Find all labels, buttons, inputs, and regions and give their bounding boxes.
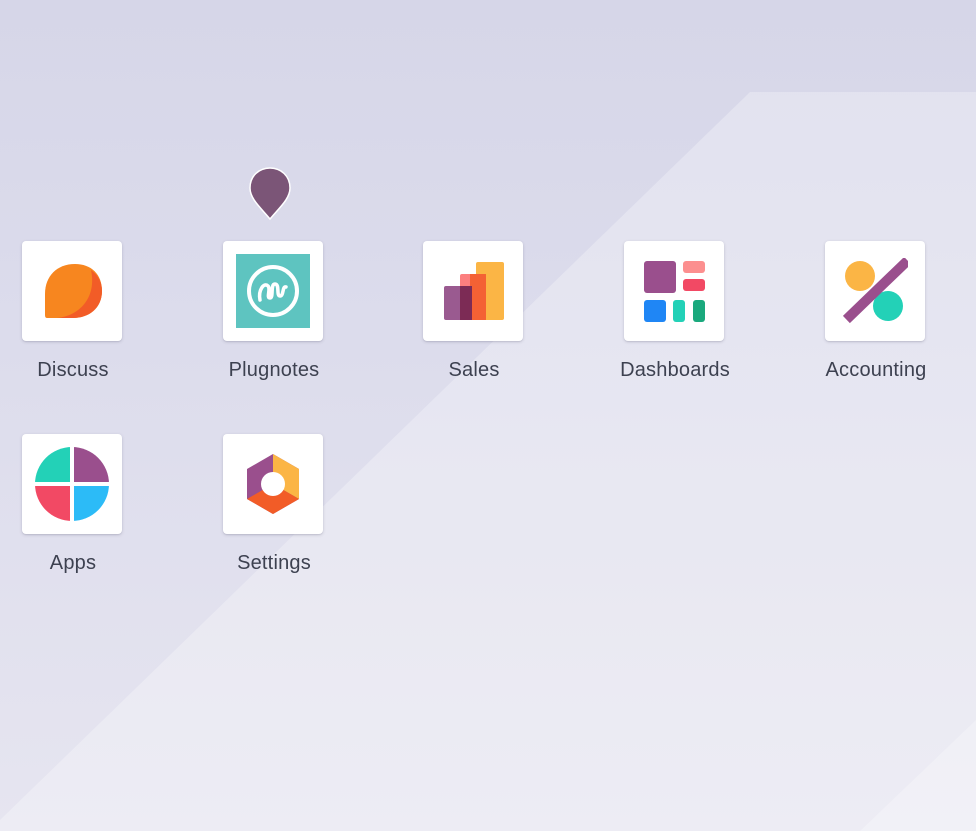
app-icon-settings[interactable] xyxy=(223,434,323,534)
apps-icon xyxy=(35,447,109,521)
app-label: Sales xyxy=(448,359,500,381)
dashboards-icon xyxy=(644,261,705,322)
plugnotes-icon xyxy=(236,254,310,328)
app-icon-plugnotes[interactable] xyxy=(223,241,323,341)
app-label: Discuss xyxy=(37,359,109,381)
app-tile-dashboards[interactable]: Dashboards xyxy=(600,241,750,401)
app-tile-sales[interactable]: Sales xyxy=(399,241,549,401)
app-icon-accounting[interactable] xyxy=(825,241,925,341)
app-label: Accounting xyxy=(825,359,927,381)
app-tile-accounting[interactable]: Accounting xyxy=(801,241,951,401)
accounting-icon xyxy=(842,258,908,324)
app-grid: Discuss Plugnotes Sales Dashboards Accou… xyxy=(0,0,976,831)
app-tile-apps[interactable]: Apps xyxy=(0,434,148,594)
app-tile-plugnotes[interactable]: Plugnotes xyxy=(199,241,349,401)
app-tile-settings[interactable]: Settings xyxy=(199,434,349,594)
app-icon-discuss[interactable] xyxy=(22,241,122,341)
settings-icon xyxy=(247,454,299,514)
discuss-icon xyxy=(45,264,102,318)
app-label: Plugnotes xyxy=(228,359,320,381)
app-icon-apps[interactable] xyxy=(22,434,122,534)
app-icon-sales[interactable] xyxy=(423,241,523,341)
app-tile-discuss[interactable]: Discuss xyxy=(0,241,148,401)
sales-icon xyxy=(444,262,504,320)
app-label: Apps xyxy=(49,552,97,574)
app-label: Dashboards xyxy=(620,359,730,381)
app-icon-dashboards[interactable] xyxy=(624,241,724,341)
app-label: Settings xyxy=(237,552,311,574)
